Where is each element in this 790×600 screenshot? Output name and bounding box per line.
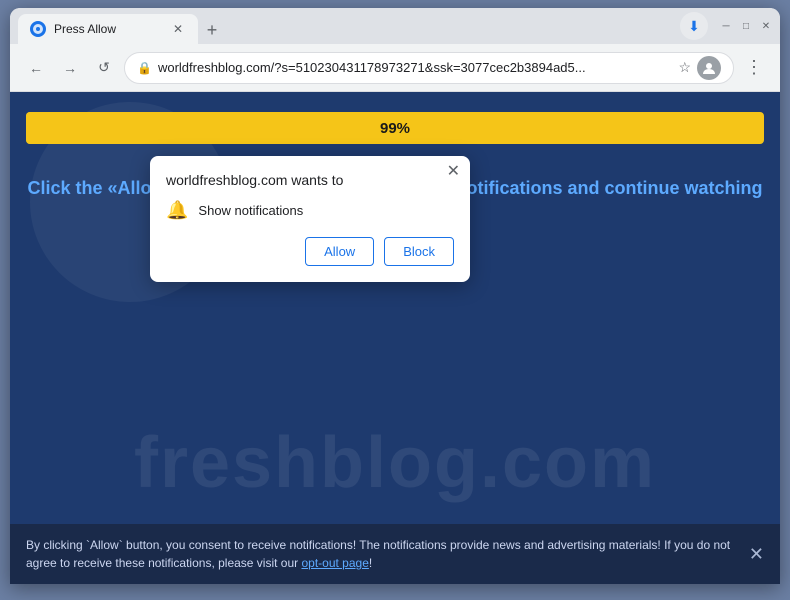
popup-buttons: Allow Block: [166, 237, 454, 266]
tab-title: Press Allow: [54, 22, 162, 36]
consent-close-button[interactable]: ✕: [749, 544, 764, 565]
profile-icon[interactable]: [697, 56, 721, 80]
tab-area: Press Allow ✕ +: [18, 8, 676, 44]
allow-button[interactable]: Allow: [305, 237, 374, 266]
block-button[interactable]: Block: [384, 237, 454, 266]
consent-text: By clicking `Allow` button, you consent …: [26, 536, 737, 572]
title-bar: Press Allow ✕ + ⬇ ─ □ ✕: [10, 8, 780, 44]
browser-content: freshblog.com 99% Click the «Allow» butt…: [10, 92, 780, 584]
progress-bar: 99%: [26, 112, 764, 144]
progress-container: 99%: [10, 92, 780, 144]
popup-notification-row: 🔔 Show notifications: [166, 200, 454, 221]
tab-favicon: [30, 21, 46, 37]
consent-text-end: !: [369, 556, 372, 570]
popup-close-button[interactable]: ✕: [447, 164, 460, 180]
tab-close-btn[interactable]: ✕: [170, 21, 186, 37]
browser-window: Press Allow ✕ + ⬇ ─ □ ✕ ← → ↺ 🔒 worldfre…: [10, 8, 780, 584]
window-controls: ─ □ ✕: [720, 20, 772, 32]
progress-value: 99%: [380, 120, 410, 137]
watermark-text: freshblog.com: [10, 422, 780, 504]
bookmark-icon[interactable]: ☆: [678, 59, 691, 76]
notification-popup: ✕ worldfreshblog.com wants to 🔔 Show not…: [150, 156, 470, 282]
address-bar[interactable]: 🔒 worldfreshblog.com/?s=5102304311789732…: [124, 52, 734, 84]
maximize-button[interactable]: □: [740, 20, 752, 32]
notification-label: Show notifications: [198, 203, 303, 218]
address-text: worldfreshblog.com/?s=510230431178973271…: [158, 60, 672, 75]
consent-bar: By clicking `Allow` button, you consent …: [10, 524, 780, 584]
lock-icon: 🔒: [137, 61, 152, 75]
minimize-button[interactable]: ─: [720, 20, 732, 32]
forward-button[interactable]: →: [56, 54, 84, 82]
bell-icon: 🔔: [166, 200, 188, 221]
opt-out-link[interactable]: opt-out page: [301, 556, 368, 570]
navigation-bar: ← → ↺ 🔒 worldfreshblog.com/?s=5102304311…: [10, 44, 780, 92]
close-button[interactable]: ✕: [760, 20, 772, 32]
new-tab-button[interactable]: +: [198, 16, 226, 44]
consent-text-main: By clicking `Allow` button, you consent …: [26, 538, 730, 570]
download-button[interactable]: ⬇: [680, 12, 708, 40]
active-tab[interactable]: Press Allow ✕: [18, 14, 198, 44]
more-options-button[interactable]: ⋮: [740, 54, 768, 82]
popup-title: worldfreshblog.com wants to: [166, 172, 454, 188]
reload-button[interactable]: ↺: [90, 54, 118, 82]
back-button[interactable]: ←: [22, 54, 50, 82]
